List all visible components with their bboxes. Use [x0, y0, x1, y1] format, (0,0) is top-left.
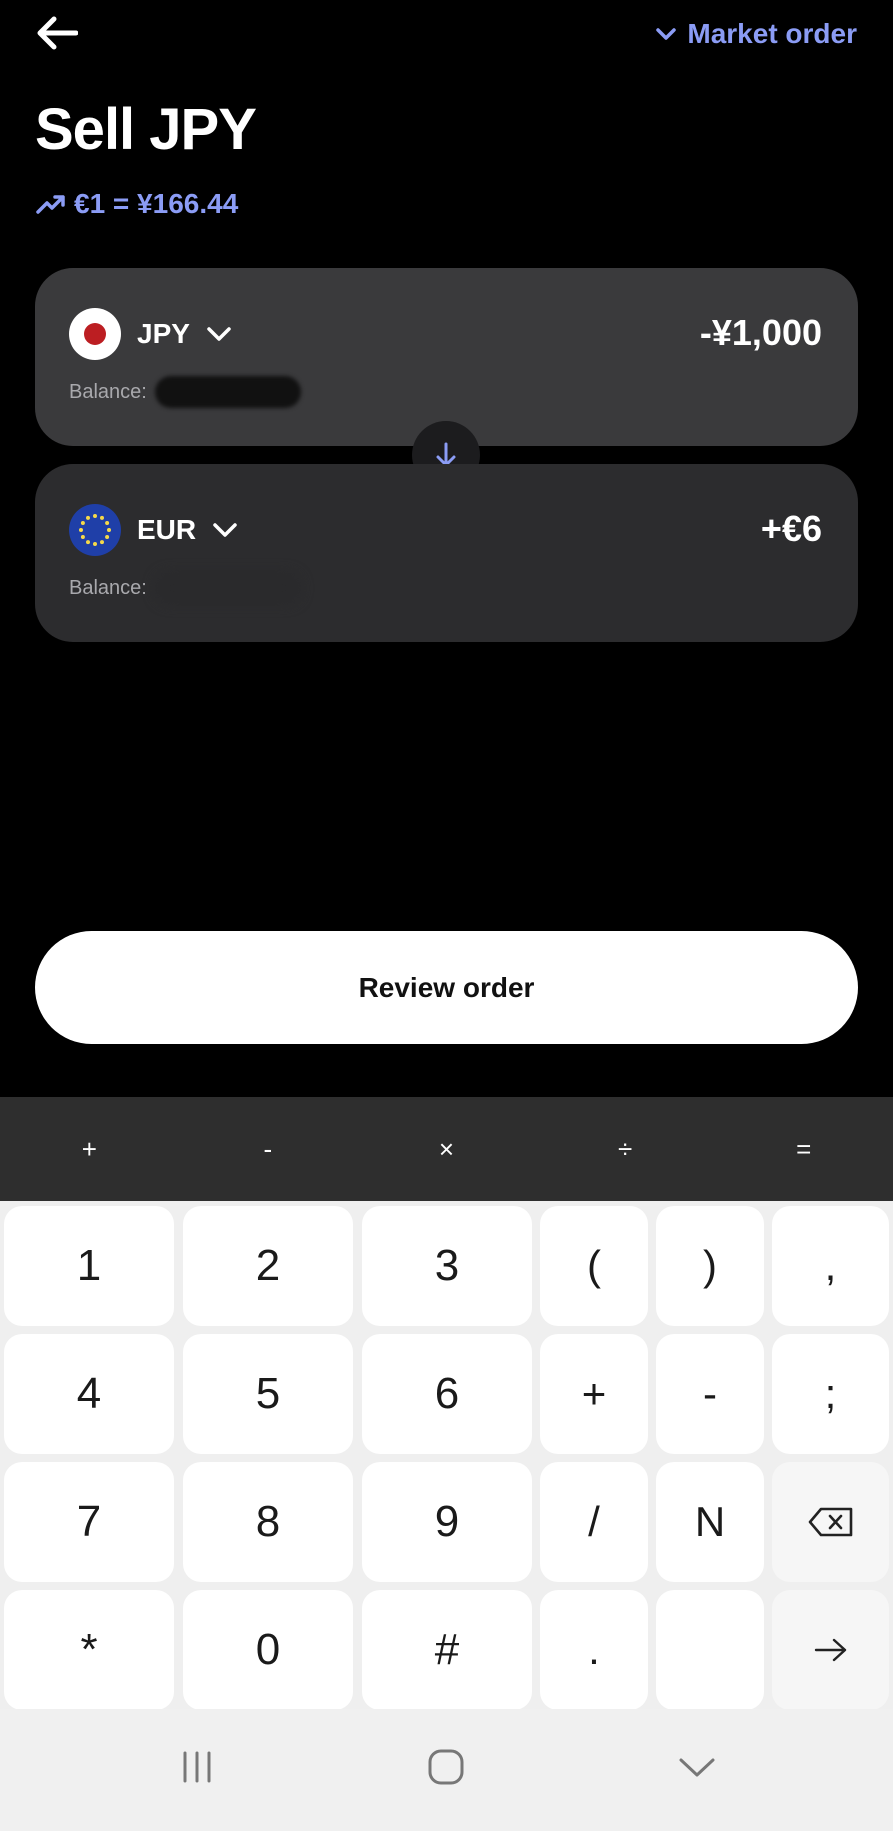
key-0[interactable]: 0 [183, 1590, 353, 1710]
arrow-left-icon [37, 16, 78, 50]
home-icon [428, 1749, 464, 1785]
redacted-balance [154, 572, 301, 604]
trending-up-icon [36, 195, 65, 214]
key-period[interactable]: . [540, 1590, 648, 1710]
exchange-rate-text: €1 = ¥166.44 [74, 188, 239, 219]
recent-apps-button[interactable] [157, 1737, 237, 1797]
buy-amount[interactable]: +€6 [761, 508, 822, 550]
key-7[interactable]: 7 [4, 1462, 174, 1582]
buy-balance: Balance: [69, 572, 301, 604]
chevron-down-icon [679, 1758, 715, 1777]
key-5[interactable]: 5 [183, 1334, 353, 1454]
backspace-icon [808, 1507, 852, 1537]
exchange-screen: Market order Sell JPY €1 = ¥166.44 JPY -… [0, 0, 893, 1831]
operator-divide-key[interactable]: ÷ [536, 1134, 715, 1165]
sell-amount[interactable]: -¥1,000 [700, 312, 822, 354]
key-9[interactable]: 9 [362, 1462, 532, 1582]
key-comma[interactable]: , [772, 1206, 889, 1326]
arrow-right-icon [814, 1638, 846, 1662]
key-blank[interactable] [656, 1590, 764, 1710]
key-asterisk[interactable]: * [4, 1590, 174, 1710]
recent-apps-icon [183, 1751, 211, 1783]
buy-balance-label: Balance: [69, 576, 147, 599]
operator-equals-key[interactable]: = [714, 1134, 893, 1165]
japan-flag-icon [69, 308, 121, 360]
page-title: Sell JPY [35, 97, 257, 162]
sell-currency-code: JPY [137, 318, 190, 349]
operator-plus-key[interactable]: + [0, 1134, 179, 1165]
operator-minus-key[interactable]: - [179, 1134, 358, 1165]
key-6[interactable]: 6 [362, 1334, 532, 1454]
buy-currency-card[interactable]: EUR +€6 Balance: [35, 464, 858, 642]
review-order-button[interactable]: Review order [35, 931, 858, 1044]
buy-currency-selector[interactable]: EUR [69, 504, 238, 556]
system-navbar [0, 1709, 893, 1831]
back-button[interactable] [32, 12, 82, 54]
key-slash[interactable]: / [540, 1462, 648, 1582]
exchange-rate: €1 = ¥166.44 [36, 188, 238, 220]
key-3[interactable]: 3 [362, 1206, 532, 1326]
eu-flag-icon [69, 504, 121, 556]
buy-currency-code: EUR [137, 514, 197, 545]
home-button[interactable] [406, 1737, 486, 1797]
key-minus[interactable]: - [656, 1334, 764, 1454]
order-type-selector[interactable]: Market order [655, 14, 857, 54]
chevron-down-icon [207, 327, 231, 341]
sell-currency-card[interactable]: JPY -¥1,000 Balance: [35, 268, 858, 446]
chevron-down-icon [213, 523, 237, 537]
sell-balance: Balance: [69, 376, 301, 408]
key-8[interactable]: 8 [183, 1462, 353, 1582]
key-1[interactable]: 1 [4, 1206, 174, 1326]
sell-currency-selector[interactable]: JPY [69, 308, 232, 360]
hide-keyboard-button[interactable] [657, 1737, 737, 1797]
key-4[interactable]: 4 [4, 1334, 174, 1454]
key-plus[interactable]: + [540, 1334, 648, 1454]
order-type-label: Market order [687, 18, 857, 49]
key-open-paren[interactable]: ( [540, 1206, 648, 1326]
numeric-keyboard: 1 2 3 ( ) , 4 5 6 + - ; 7 8 9 / N * 0 # … [0, 1201, 893, 1710]
key-hash[interactable]: # [362, 1590, 532, 1710]
key-n[interactable]: N [656, 1462, 764, 1582]
sell-balance-label: Balance: [69, 380, 147, 403]
chevron-down-icon [656, 28, 677, 40]
operator-row: + - × ÷ = [0, 1097, 893, 1201]
enter-key[interactable] [772, 1590, 889, 1710]
backspace-key[interactable] [772, 1462, 889, 1582]
key-close-paren[interactable]: ) [656, 1206, 764, 1326]
key-semicolon[interactable]: ; [772, 1334, 889, 1454]
operator-multiply-key[interactable]: × [357, 1134, 536, 1165]
redacted-balance [154, 376, 301, 408]
key-2[interactable]: 2 [183, 1206, 353, 1326]
